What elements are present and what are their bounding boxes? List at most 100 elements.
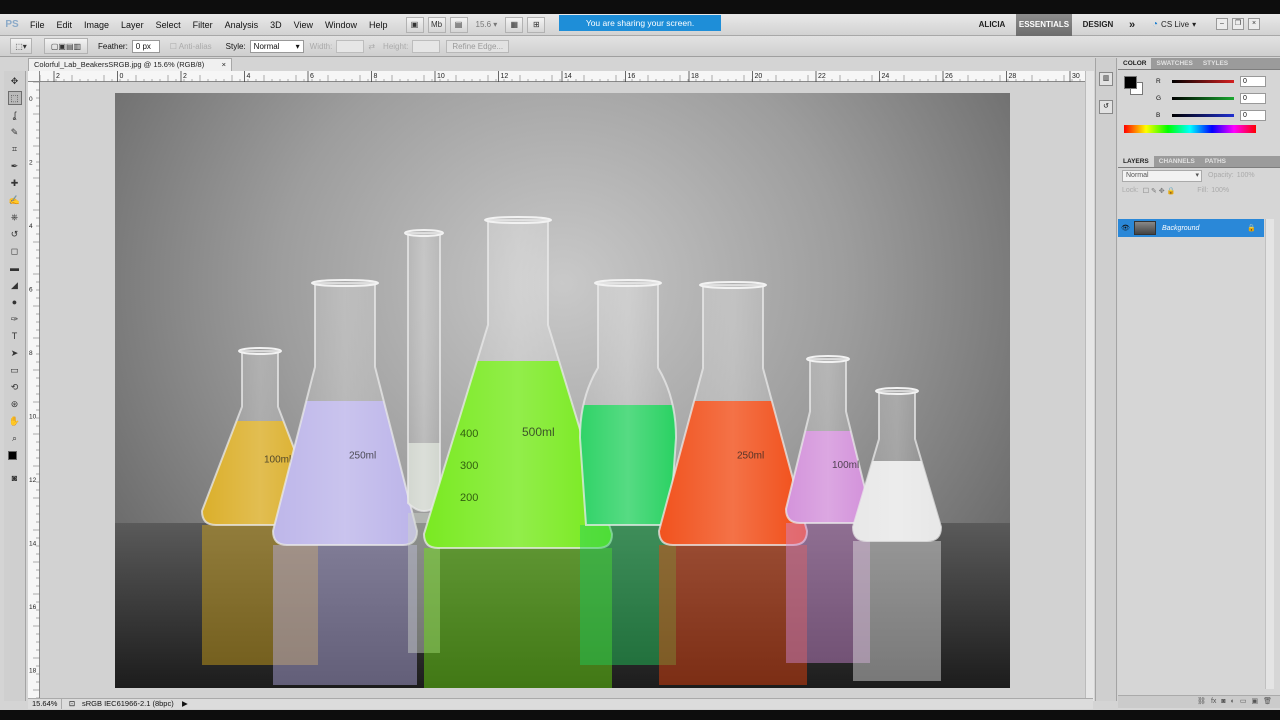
move-tool-icon[interactable]: ✥	[8, 74, 22, 88]
ruler-origin[interactable]	[28, 71, 40, 82]
restore-icon[interactable]: ❐	[1232, 18, 1244, 30]
eye-visibility-icon[interactable]: 👁	[1121, 224, 1130, 232]
anti-alias-checkbox[interactable]: ☐ Anti-alias	[170, 42, 212, 51]
green-value-input[interactable]: 0	[1240, 92, 1266, 104]
tab-channels[interactable]: CHANNELS	[1154, 156, 1200, 167]
menu-window[interactable]: Window	[319, 14, 363, 36]
history-brush-icon[interactable]: ↺	[8, 227, 22, 241]
red-value-input[interactable]: 0	[1240, 75, 1266, 87]
crop-tool-icon[interactable]: ⌗	[8, 142, 22, 156]
minimize-icon[interactable]: –	[1216, 18, 1228, 30]
cs-live-button[interactable]: ◔ CS Live ▾	[1152, 14, 1196, 36]
path-select-icon[interactable]: ➤	[8, 346, 22, 360]
histogram-icon[interactable]: ▥	[1099, 72, 1113, 86]
width-input[interactable]	[336, 39, 365, 53]
marquee-tool-icon[interactable]: ⬚	[7, 91, 22, 105]
arrange-documents-icon[interactable]: ▦	[505, 16, 524, 33]
blue-slider[interactable]	[1172, 113, 1234, 117]
3d-rotate-icon[interactable]: ⟲	[8, 380, 22, 394]
menu-layer[interactable]: Layer	[115, 14, 150, 36]
close-tab-icon[interactable]: ×	[222, 59, 226, 71]
view-extras-icon[interactable]: ▤	[449, 16, 468, 33]
quick-mask-icon[interactable]: ◙	[8, 471, 22, 485]
dodge-tool-icon[interactable]: ●	[8, 295, 22, 309]
style-label: Style:	[225, 41, 246, 51]
tab-paths[interactable]: PATHS	[1200, 156, 1231, 167]
color-swatches-icon[interactable]	[7, 451, 22, 465]
workspace-alicia[interactable]: ALICIA	[973, 14, 1011, 36]
layer-background[interactable]: 👁 Background 🔒	[1118, 219, 1264, 237]
new-layer-icon[interactable]: ▣	[1251, 696, 1258, 708]
eyedropper-tool-icon[interactable]: ✒	[8, 159, 22, 173]
type-tool-icon[interactable]: T	[8, 329, 22, 343]
swap-dimensions-icon[interactable]: ⇄	[368, 42, 375, 51]
bridge-icon[interactable]: ▣	[405, 16, 424, 33]
opacity-value[interactable]: 100%	[1237, 172, 1255, 179]
layer-mask-icon[interactable]: ◙	[1221, 696, 1225, 708]
lasso-tool-icon[interactable]: ʆ	[8, 108, 22, 122]
status-menu-arrow-icon[interactable]: ▶	[182, 699, 202, 709]
clone-stamp-icon[interactable]: ⎈	[8, 210, 22, 224]
mini-bridge-icon[interactable]: Mb	[427, 16, 446, 33]
flask-glass	[851, 390, 943, 542]
tab-color[interactable]: COLOR	[1118, 58, 1152, 69]
history-icon[interactable]: ↺	[1099, 100, 1113, 114]
horizontal-ruler[interactable]: 2 0 2 4 6 8 10 12 14 16 18 20 22 24 26 28 30	[39, 71, 1085, 82]
height-input[interactable]	[412, 39, 441, 53]
menu-file[interactable]: File	[24, 14, 51, 36]
vertical-scrollbar[interactable]	[1085, 71, 1094, 701]
shape-tool-icon[interactable]: ▭	[8, 363, 22, 377]
status-zoom[interactable]: 15.64%	[28, 699, 62, 709]
workspace-design[interactable]: DESIGN	[1078, 14, 1118, 36]
tab-styles[interactable]: STYLES	[1198, 58, 1233, 69]
lock-icons[interactable]: ☐ ✎ ✥ 🔒	[1143, 187, 1176, 195]
document-tab[interactable]: Colorful_Lab_BeakersSRGB.jpg @ 15.6% (RG…	[28, 58, 232, 71]
foreground-color-swatch[interactable]	[1124, 76, 1137, 89]
tool-preset-picker[interactable]: ⬚▾	[10, 38, 32, 54]
tab-layers[interactable]: LAYERS	[1118, 156, 1154, 167]
link-layers-icon[interactable]: ⛓	[1197, 696, 1206, 708]
blur-tool-icon[interactable]: ◢	[8, 278, 22, 292]
adjustment-layer-icon[interactable]: ◐	[1231, 696, 1235, 708]
zoom-level-dropdown[interactable]: 15.6 ▾	[476, 20, 498, 29]
menu-select[interactable]: Select	[150, 14, 187, 36]
eraser-tool-icon[interactable]: ◻	[8, 244, 22, 258]
more-workspaces-icon[interactable]: »	[1122, 14, 1142, 36]
zoom-tool-icon[interactable]: ⌕	[8, 431, 22, 445]
pen-tool-icon[interactable]: ✑	[8, 312, 22, 326]
brush-tool-icon[interactable]: ✍	[8, 193, 22, 207]
healing-brush-icon[interactable]: ✚	[8, 176, 22, 190]
menu-help[interactable]: Help	[363, 14, 394, 36]
layers-scrollbar[interactable]	[1265, 219, 1274, 689]
image-canvas[interactable]: 100ml 250ml 500ml 250ml 100ml 400 300 200	[115, 93, 1010, 688]
screen-mode-icon[interactable]: ⊞	[527, 16, 546, 33]
refine-edge-button[interactable]: Refine Edge...	[446, 39, 510, 53]
style-select[interactable]: Normal ▾	[249, 39, 304, 53]
workspace-essentials[interactable]: ESSENTIALS	[1016, 14, 1072, 36]
layer-style-icon[interactable]: fx	[1211, 696, 1216, 708]
menu-analysis[interactable]: Analysis	[219, 14, 265, 36]
blend-mode-select[interactable]: Normal ▾	[1122, 169, 1202, 182]
quick-select-tool-icon[interactable]: ✎	[8, 125, 22, 139]
menu-filter[interactable]: Filter	[187, 14, 219, 36]
gradient-tool-icon[interactable]: ▬	[8, 261, 22, 275]
selection-mode-icons[interactable]: ▢▣▤▥	[44, 38, 88, 54]
color-spectrum-ramp[interactable]	[1124, 125, 1256, 133]
green-slider-row: G 0	[1156, 92, 1266, 104]
hand-tool-icon[interactable]: ✋	[8, 414, 22, 428]
fill-value[interactable]: 100%	[1211, 187, 1229, 194]
vertical-ruler[interactable]: 02468101214161820	[28, 81, 40, 700]
3d-orbit-icon[interactable]: ⊛	[8, 397, 22, 411]
close-icon[interactable]: ×	[1248, 18, 1260, 30]
green-slider[interactable]	[1172, 96, 1234, 100]
menu-view[interactable]: View	[288, 14, 319, 36]
menu-image[interactable]: Image	[78, 14, 115, 36]
red-slider[interactable]	[1172, 79, 1234, 83]
new-group-icon[interactable]: ▭	[1240, 696, 1247, 708]
tab-swatches[interactable]: SWATCHES	[1151, 58, 1197, 69]
delete-layer-icon[interactable]: 🗑	[1263, 696, 1272, 708]
menu-edit[interactable]: Edit	[51, 14, 79, 36]
menu-3d[interactable]: 3D	[264, 14, 288, 36]
feather-input[interactable]: 0 px	[131, 39, 160, 53]
blue-value-input[interactable]: 0	[1240, 109, 1266, 121]
